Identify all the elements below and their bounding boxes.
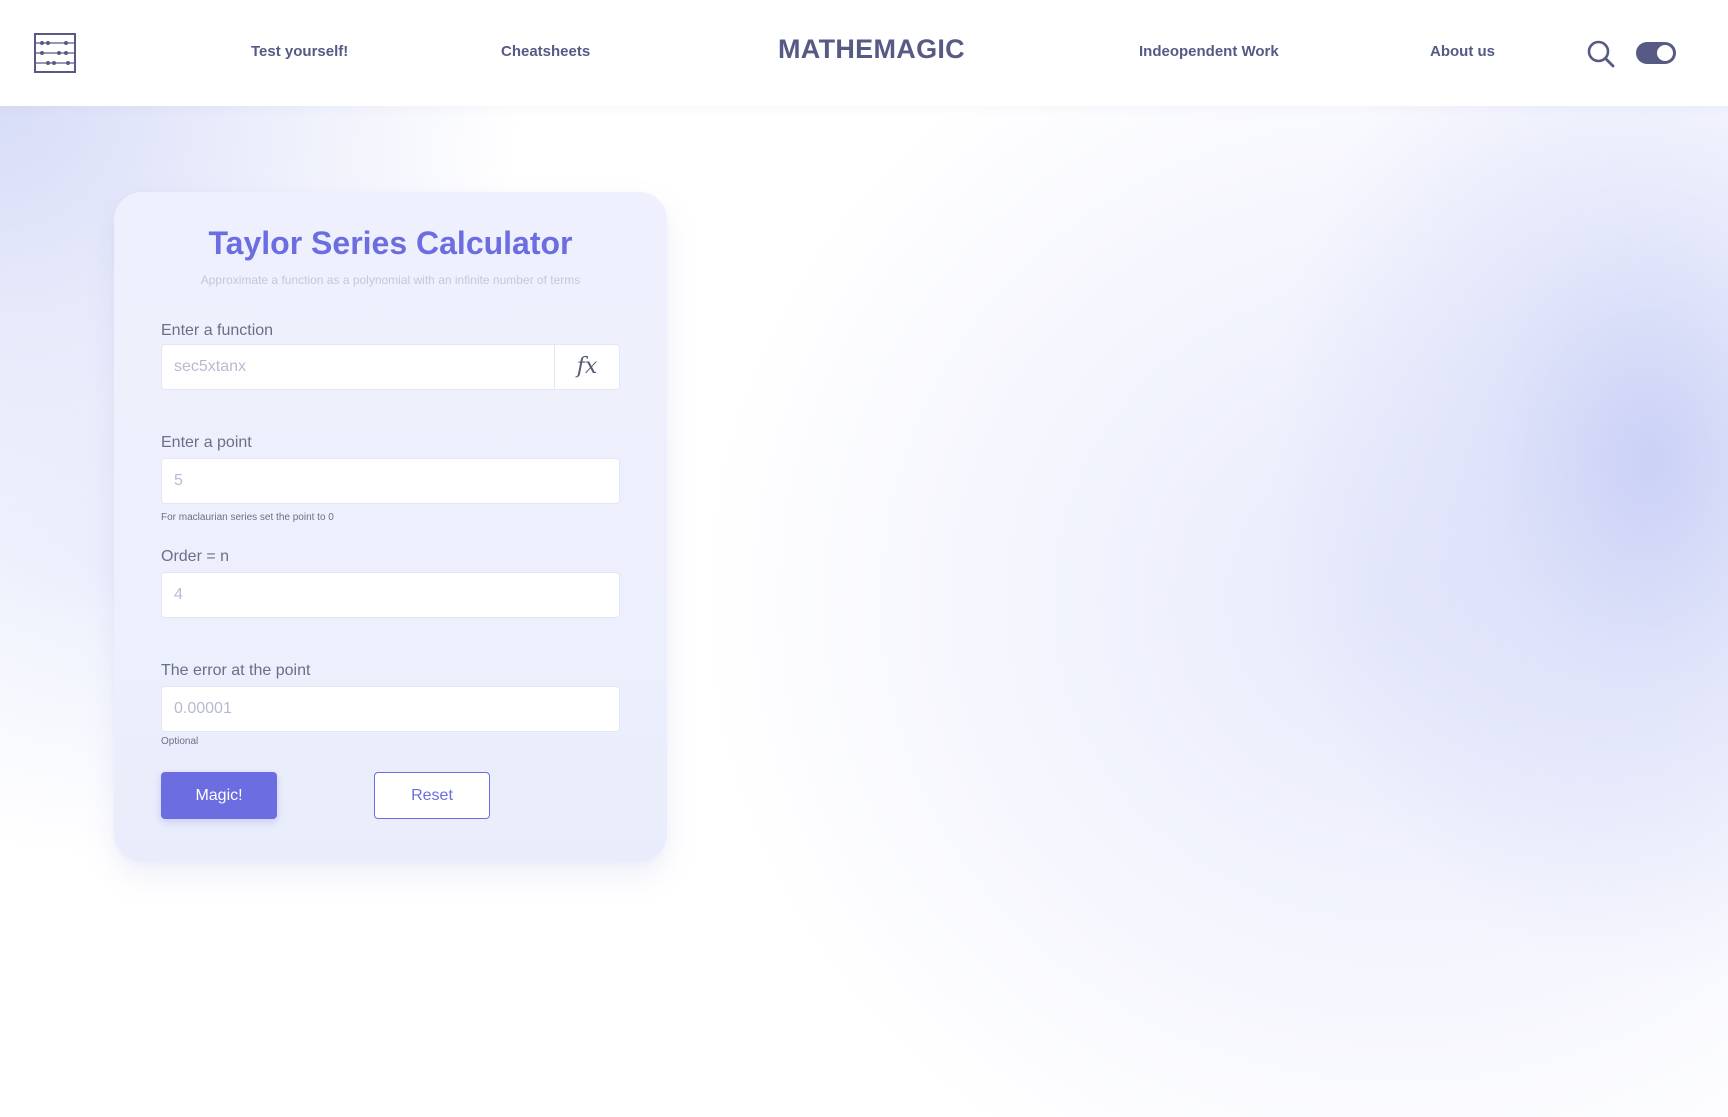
brand-title: MATHEMAGIC (778, 34, 965, 64)
error-label: The error at the point (161, 662, 311, 679)
abacus-logo-graphic (34, 33, 76, 73)
order-label: Order = n (161, 548, 230, 565)
calculator-subtitle: Approximate a function as a polynomial w… (200, 273, 581, 287)
abacus-icon[interactable] (33, 32, 77, 74)
nav-about-us[interactable]: About us (1430, 43, 1495, 60)
calculator-title: Taylor Series Calculator (208, 225, 573, 261)
point-hint: For maclaurian series set the point to 0 (161, 512, 334, 523)
search-icon[interactable] (1586, 39, 1616, 69)
error-input[interactable] (161, 686, 620, 732)
taylor-calculator-card: Taylor Series Calculator Approximate a f… (114, 192, 667, 862)
nav-test-yourself[interactable]: Test yourself! (251, 43, 348, 60)
nav-independent-work[interactable]: Indeopendent Work (1139, 43, 1279, 60)
magic-button[interactable]: Magic! (161, 772, 277, 819)
theme-toggle[interactable] (1636, 42, 1676, 64)
error-hint: Optional (161, 736, 199, 747)
reset-button[interactable]: Reset (374, 772, 490, 819)
site-header: Test yourself! Cheatsheets MATHEMAGIC In… (0, 0, 1728, 106)
order-input[interactable] (161, 572, 620, 618)
function-input[interactable] (161, 344, 555, 390)
function-label: Enter a function (161, 322, 274, 339)
nav-cheatsheets[interactable]: Cheatsheets (501, 43, 590, 60)
point-input[interactable] (161, 458, 620, 504)
point-label: Enter a point (161, 434, 252, 451)
fx-button[interactable]: fx (554, 344, 620, 390)
toggle-knob (1657, 45, 1673, 61)
